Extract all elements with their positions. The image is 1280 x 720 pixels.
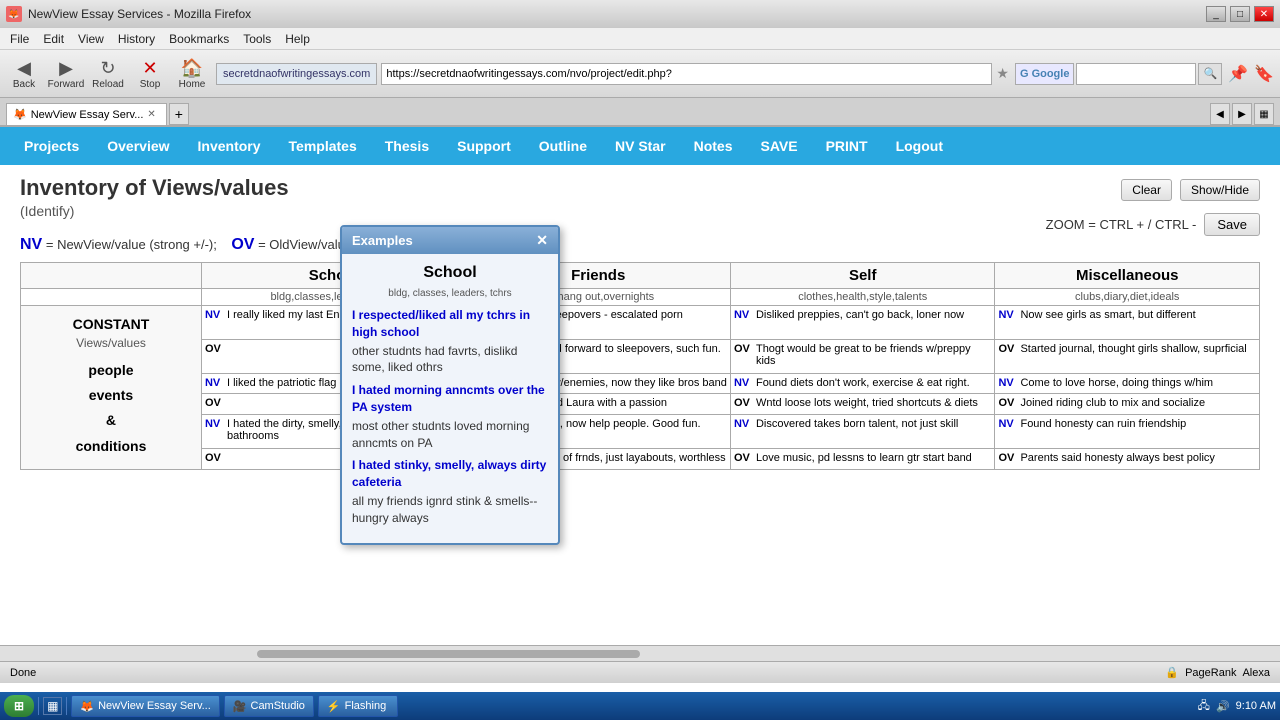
nav-thesis[interactable]: Thesis bbox=[371, 127, 443, 165]
taskbar: ⊞ ▦ 🦊 NewView Essay Serv... 🎥 CamStudio … bbox=[0, 692, 1280, 720]
search-bar: G Google 🔍 bbox=[1015, 63, 1222, 85]
popup-entry2-ov: most other studnts loved morning anncmts… bbox=[352, 418, 548, 452]
nav-logout[interactable]: Logout bbox=[882, 127, 957, 165]
taskbar-flashing[interactable]: ⚡ Flashing bbox=[318, 695, 398, 717]
popup-body: School bldg, classes, leaders, tchrs I r… bbox=[342, 254, 558, 543]
popup-close-button[interactable]: ✕ bbox=[536, 232, 548, 249]
status-pagerank: PageRank bbox=[1185, 667, 1236, 679]
taskbar-camstudio-label: CamStudio bbox=[251, 700, 305, 712]
address-bar: secretdnaofwritingessays.com ★ bbox=[216, 63, 1009, 85]
nav-outline[interactable]: Outline bbox=[525, 127, 601, 165]
horizontal-scrollbar[interactable] bbox=[0, 645, 1280, 661]
taskbar-firefox-icon: 🦊 bbox=[80, 700, 94, 713]
menu-bookmarks[interactable]: Bookmarks bbox=[163, 31, 235, 47]
taskbar-flashing-icon: ⚡ bbox=[327, 700, 341, 713]
browser-tab-active[interactable]: 🦊 NewView Essay Serv... ✕ bbox=[6, 103, 167, 125]
scroll-tabs-right[interactable]: ▶ bbox=[1232, 103, 1252, 125]
menu-tools[interactable]: Tools bbox=[237, 31, 277, 47]
status-text: Done bbox=[10, 667, 36, 679]
stop-button[interactable]: ✕ Stop bbox=[132, 58, 168, 90]
popup-entry1-ov: other studnts had favrts, dislikd some, … bbox=[352, 343, 548, 377]
taskbar-network-icon: 🖧 bbox=[1198, 697, 1210, 716]
popup-entry-1: I respected/liked all my tchrs in high s… bbox=[352, 307, 548, 376]
maximize-button[interactable]: □ bbox=[1230, 6, 1250, 22]
taskbar-volume-icon: 🔊 bbox=[1216, 700, 1230, 713]
tab-close-button[interactable]: ✕ bbox=[147, 109, 155, 120]
address-security: secretdnaofwritingessays.com bbox=[216, 63, 377, 85]
menu-history[interactable]: History bbox=[112, 31, 161, 47]
nav-projects[interactable]: Projects bbox=[10, 127, 93, 165]
nav-templates[interactable]: Templates bbox=[275, 127, 371, 165]
nav-overview[interactable]: Overview bbox=[93, 127, 183, 165]
nav-support[interactable]: Support bbox=[443, 127, 525, 165]
nav-inventory[interactable]: Inventory bbox=[184, 127, 275, 165]
scroll-tabs-left[interactable]: ◀ bbox=[1210, 103, 1230, 125]
popup-sub-items: bldg, classes, leaders, tchrs bbox=[352, 288, 548, 299]
taskbar-firefox[interactable]: 🦊 NewView Essay Serv... bbox=[71, 695, 219, 717]
menu-edit[interactable]: Edit bbox=[37, 31, 70, 47]
nav-save[interactable]: SAVE bbox=[746, 127, 811, 165]
popup-entry3-ov: all my friends ignrd stink & smells--hun… bbox=[352, 493, 548, 527]
lock-icon: 🔒 bbox=[1165, 666, 1179, 679]
nav-nv-star[interactable]: NV Star bbox=[601, 127, 680, 165]
taskbar-time: 9:10 AM bbox=[1236, 700, 1276, 712]
menu-file[interactable]: File bbox=[4, 31, 35, 47]
search-logo: G Google bbox=[1015, 63, 1075, 85]
popup-school-title: School bbox=[352, 264, 548, 282]
sidebar-toggle[interactable]: ▦ bbox=[1254, 103, 1274, 125]
taskbar-camstudio-icon: 🎥 bbox=[233, 700, 247, 713]
popup-header: Examples ✕ bbox=[342, 227, 558, 254]
taskbar-firefox-label: NewView Essay Serv... bbox=[98, 700, 211, 712]
forward-button[interactable]: ▶ Forward bbox=[48, 58, 84, 90]
taskbar-camstudio[interactable]: 🎥 CamStudio bbox=[224, 695, 314, 717]
start-button[interactable]: ⊞ bbox=[4, 695, 34, 717]
tab-icon: 🦊 bbox=[13, 108, 27, 121]
content-area: Inventory of Views/values (Identify) Cle… bbox=[0, 165, 1280, 645]
popup-title: Examples bbox=[352, 233, 413, 248]
window-controls: _ □ ✕ bbox=[1206, 6, 1274, 22]
examples-popup: Examples ✕ School bldg, classes, leaders… bbox=[340, 225, 560, 545]
browser-chrome: 🦊 NewView Essay Services - Mozilla Firef… bbox=[0, 0, 1280, 127]
browser-icon: 🦊 bbox=[6, 6, 22, 22]
close-button[interactable]: ✕ bbox=[1254, 6, 1274, 22]
toolbar-icon-2[interactable]: 🔖 bbox=[1254, 64, 1274, 84]
address-input[interactable] bbox=[381, 63, 992, 85]
menu-view[interactable]: View bbox=[72, 31, 110, 47]
popup-entry-2: I hated morning anncmts over the PA syst… bbox=[352, 382, 548, 451]
home-button[interactable]: 🏠 Home bbox=[174, 58, 210, 90]
tab-label: NewView Essay Serv... bbox=[31, 109, 144, 121]
status-alexa: Alexa bbox=[1242, 667, 1270, 679]
reload-button[interactable]: ↻ Reload bbox=[90, 58, 126, 90]
browser-toolbar: ◀ Back ▶ Forward ↻ Reload ✕ Stop 🏠 Home … bbox=[0, 50, 1280, 98]
popup-entry1-nv: I respected/liked all my tchrs in high s… bbox=[352, 307, 548, 341]
nav-notes[interactable]: Notes bbox=[680, 127, 747, 165]
popup-entry-3: I hated stinky, smelly, always dirty caf… bbox=[352, 457, 548, 526]
popup-overlay: Examples ✕ School bldg, classes, leaders… bbox=[0, 165, 1280, 645]
bookmark-star-icon[interactable]: ★ bbox=[996, 65, 1009, 82]
nav-print[interactable]: PRINT bbox=[812, 127, 882, 165]
taskbar-icon-show-desktop[interactable]: ▦ bbox=[43, 697, 62, 715]
status-bar: Done 🔒 PageRank Alexa bbox=[0, 661, 1280, 683]
taskbar-flashing-label: Flashing bbox=[345, 700, 387, 712]
new-tab-button[interactable]: + bbox=[169, 103, 189, 125]
menu-help[interactable]: Help bbox=[279, 31, 316, 47]
app-nav: Projects Overview Inventory Templates Th… bbox=[0, 127, 1280, 165]
window-title: NewView Essay Services - Mozilla Firefox bbox=[28, 7, 251, 21]
popup-entry2-nv: I hated morning anncmts over the PA syst… bbox=[352, 382, 548, 416]
minimize-button[interactable]: _ bbox=[1206, 6, 1226, 22]
search-input[interactable] bbox=[1076, 63, 1196, 85]
back-button[interactable]: ◀ Back bbox=[6, 58, 42, 90]
menu-bar: File Edit View History Bookmarks Tools H… bbox=[0, 28, 1280, 50]
popup-entry3-nv: I hated stinky, smelly, always dirty caf… bbox=[352, 457, 548, 491]
toolbar-icon-1[interactable]: 📌 bbox=[1228, 64, 1248, 84]
title-bar: 🦊 NewView Essay Services - Mozilla Firef… bbox=[0, 0, 1280, 28]
search-go-button[interactable]: 🔍 bbox=[1198, 63, 1222, 85]
tabs-bar: 🦊 NewView Essay Serv... ✕ + ◀ ▶ ▦ bbox=[0, 98, 1280, 126]
